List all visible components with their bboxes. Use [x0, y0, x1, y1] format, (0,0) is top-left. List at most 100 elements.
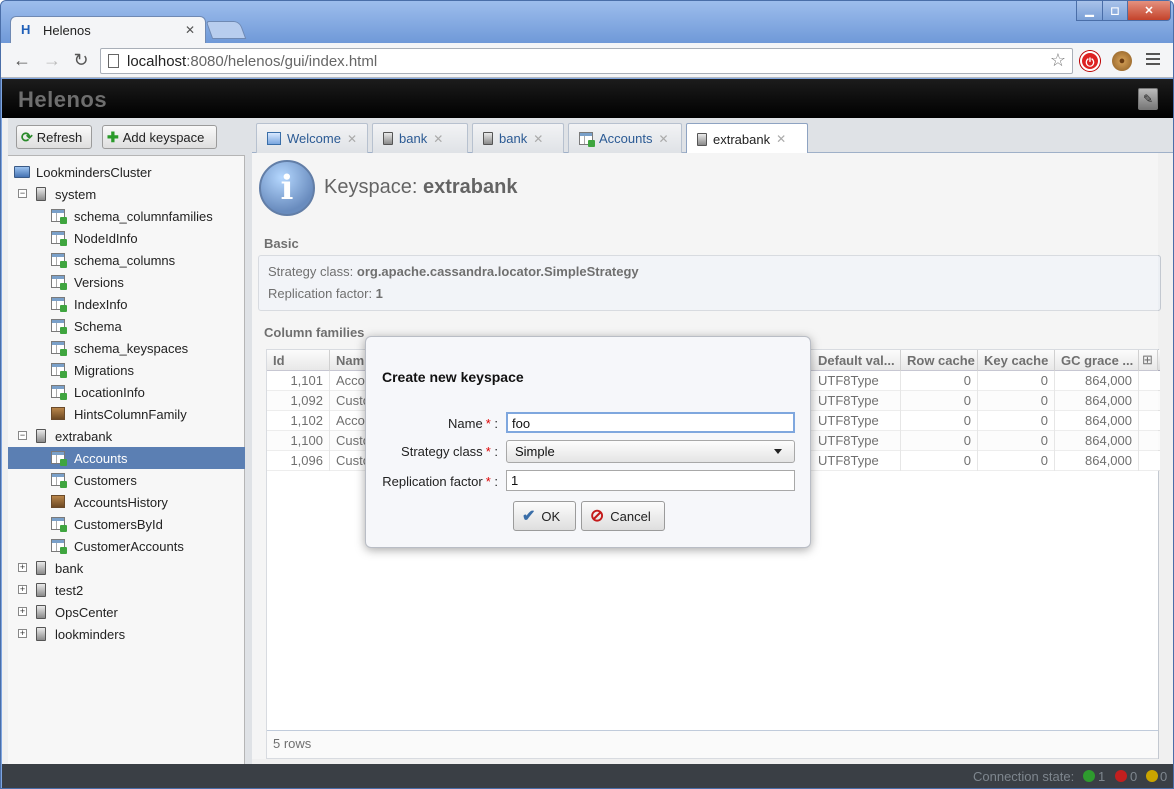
replication-factor-field[interactable]: 1 [506, 470, 795, 491]
settings-wrench-icon[interactable]: ✎ [1138, 88, 1158, 110]
tree-keyspace-node[interactable]: + bank [8, 557, 245, 579]
url-path: :8080/helenos/gui/index.html [186, 52, 378, 70]
tree-node-label: schema_columns [74, 252, 176, 268]
tree-node-label: bank [55, 560, 84, 576]
tree-node-label: CustomerAccounts [74, 538, 184, 554]
tab-bank[interactable]: bank ✕ [472, 123, 564, 153]
tree-keyspace-node[interactable]: − extrabank [8, 425, 245, 447]
column-family-icon [51, 341, 67, 356]
tree-columnfamily-node[interactable]: Versions [8, 271, 245, 293]
column-family-icon [51, 253, 67, 268]
adblock-extension-icon[interactable]: ⏻ [1080, 51, 1100, 71]
cancel-label: Cancel [610, 508, 651, 524]
collapse-icon[interactable]: − [18, 431, 27, 440]
close-tab-icon[interactable]: ✕ [533, 132, 543, 146]
tree-node-label: schema_keyspaces [74, 340, 189, 356]
tree-columnfamily-node[interactable]: IndexInfo [8, 293, 245, 315]
close-tab-icon[interactable]: ✕ [347, 132, 357, 146]
tree-keyspace-node[interactable]: − system [8, 183, 245, 205]
tree-node-label: HintsColumnFamily [74, 406, 187, 422]
close-window-button[interactable]: ✕ [1127, 1, 1171, 21]
tree-columnfamily-node[interactable]: LocationInfo [8, 381, 245, 403]
back-icon[interactable]: ← [11, 49, 33, 71]
tree-node-label: extrabank [55, 428, 113, 444]
dialog-title: Create new keyspace [382, 369, 524, 385]
close-tab-icon[interactable]: ✕ [185, 23, 195, 37]
tree-columnfamily-node[interactable]: CustomersById [8, 513, 245, 535]
forward-icon[interactable]: → [41, 49, 63, 71]
maximize-button[interactable]: ◻ [1102, 1, 1128, 21]
strategy-class-select[interactable]: Simple [506, 440, 795, 463]
close-tab-icon[interactable]: ✕ [658, 132, 668, 146]
address-bar[interactable]: localhost:8080/helenos/gui/index.html ☆ [100, 48, 1073, 74]
tree-columnfamily-node[interactable]: Accounts [8, 447, 245, 469]
expand-icon[interactable]: + [18, 607, 27, 616]
bookmark-star-icon[interactable]: ☆ [1050, 50, 1066, 71]
minimize-button[interactable]: ▁ [1076, 1, 1103, 21]
tab-extrabank[interactable]: extrabank ✕ [686, 123, 808, 154]
browser-tab[interactable]: H Helenos ✕ [10, 16, 206, 43]
column-family-icon [51, 297, 67, 312]
connection-state-label: Connection state: [973, 769, 1075, 784]
tree-columnfamily-node[interactable]: Migrations [8, 359, 245, 381]
tree-columnfamily-node[interactable]: schema_columnfamilies [8, 205, 245, 227]
replication-required-mark: * [485, 474, 491, 489]
pane-splitter[interactable] [245, 118, 252, 764]
url-host: localhost [127, 52, 187, 70]
tree-columnfamily-node[interactable]: Schema [8, 315, 245, 337]
replication-colon: : [494, 474, 498, 489]
strategy-required-mark: * [485, 444, 491, 459]
browser-menu-icon[interactable] [1146, 53, 1160, 68]
new-tab-button[interactable] [205, 21, 247, 39]
red-status-icon [1115, 770, 1127, 782]
tree-node-label: LocationInfo [74, 384, 145, 400]
tree-keyspace-node[interactable]: + OpsCenter [8, 601, 245, 623]
keyspace-server-icon [483, 132, 493, 145]
add-icon: ✚ [107, 128, 119, 145]
tab-welcome[interactable]: Welcome ✕ [256, 123, 368, 153]
column-family-icon [579, 132, 595, 147]
tree-cluster-node[interactable]: LookmindersCluster [8, 161, 245, 183]
ok-button[interactable]: ✔ OK [513, 501, 576, 531]
add-keyspace-button[interactable]: ✚ Add keyspace [102, 125, 217, 149]
tree-keyspace-node[interactable]: + lookminders [8, 623, 245, 645]
green-count: 1 [1098, 769, 1106, 784]
tree-node-label: Schema [74, 318, 122, 334]
expand-icon[interactable]: + [18, 563, 27, 572]
column-family-icon [51, 407, 65, 420]
tab-bank[interactable]: bank ✕ [372, 123, 468, 153]
tree-columnfamily-node[interactable]: schema_keyspaces [8, 337, 245, 359]
column-family-icon [51, 495, 65, 508]
close-tab-icon[interactable]: ✕ [776, 132, 786, 146]
reload-icon[interactable]: ↻ [70, 49, 92, 71]
cookie-extension-icon[interactable]: ● [1112, 51, 1132, 71]
tree-columnfamily-node[interactable]: AccountsHistory [8, 491, 245, 513]
tree-columnfamily-node[interactable]: Customers [8, 469, 245, 491]
expand-icon[interactable]: + [18, 585, 27, 594]
collapse-icon[interactable]: − [18, 189, 27, 198]
tree-columnfamily-node[interactable]: NodeIdInfo [8, 227, 245, 249]
column-family-icon [51, 473, 67, 488]
strategy-class-label: Strategy class [401, 444, 483, 459]
name-label: Name [448, 416, 483, 431]
name-field[interactable]: foo [506, 412, 795, 433]
tab-accounts[interactable]: Accounts ✕ [568, 123, 682, 153]
tree-node-label: system [55, 186, 97, 202]
ok-label: OK [541, 508, 561, 524]
cancel-button[interactable]: ⊘ Cancel [581, 501, 665, 531]
tree-columnfamily-node[interactable]: CustomerAccounts [8, 535, 245, 557]
tree-columnfamily-node[interactable]: HintsColumnFamily [8, 403, 245, 425]
column-family-icon [51, 517, 67, 532]
refresh-button[interactable]: ⟳ Refresh [16, 125, 92, 149]
replication-field-label: Replication factor * : [382, 474, 498, 489]
tree-columnfamily-node[interactable]: schema_columns [8, 249, 245, 271]
close-tab-icon[interactable]: ✕ [433, 132, 443, 146]
browser-window: H Helenos ✕ ▁ ◻ ✕ ← → ↻ localhost:8080/h… [0, 0, 1174, 789]
app-logo: Helenos [18, 87, 108, 112]
expand-icon[interactable]: + [18, 629, 27, 638]
tree-keyspace-node[interactable]: + test2 [8, 579, 245, 601]
page-icon [108, 54, 119, 68]
column-family-icon [51, 385, 67, 400]
refresh-icon: ⟳ [21, 128, 33, 145]
tree-node-label: OpsCenter [55, 604, 118, 620]
